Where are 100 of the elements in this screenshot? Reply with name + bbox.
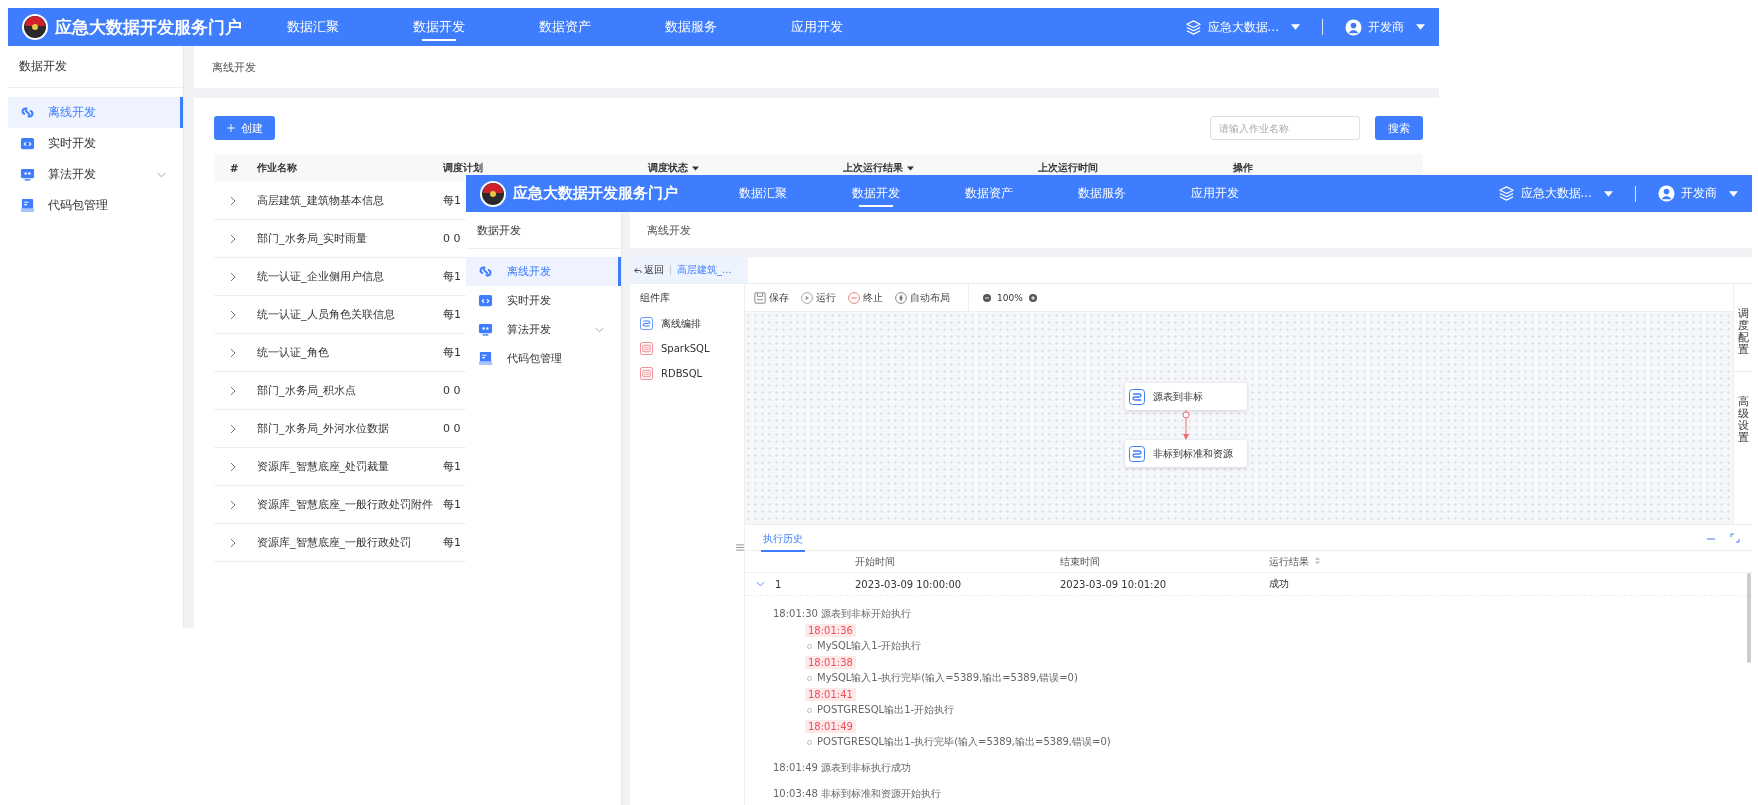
- chevron-right-icon[interactable]: [230, 195, 236, 206]
- log-step: 18:01:49 源表到非标执行成功: [773, 760, 912, 775]
- component-item[interactable]: SparkSQL: [630, 336, 744, 361]
- timestamp-badge: 18:01:36: [805, 623, 856, 637]
- chevron-right-icon[interactable]: [230, 385, 236, 396]
- zoom-out-button[interactable]: [983, 293, 991, 302]
- table-cell: 资源库_智慧底座_一般行政处罚: [257, 535, 411, 550]
- table-cell: 部门_水务局_外河水位数据: [257, 421, 389, 436]
- create-button[interactable]: 创建: [214, 116, 275, 140]
- user-menu[interactable]: 开发商: [1658, 183, 1738, 204]
- chevron-right-icon[interactable]: [230, 309, 236, 320]
- table-cell: 0 0: [443, 232, 461, 245]
- side-tab[interactable]: 调度配置: [1734, 284, 1752, 372]
- auto-layout-button[interactable]: 自动布局: [895, 290, 950, 305]
- column-header: #: [229, 162, 240, 174]
- table-cell: 每1: [443, 535, 461, 550]
- nav-tab[interactable]: 数据资产: [932, 175, 1045, 212]
- table-cell: 资源库_智慧底座_处罚裁量: [257, 459, 389, 474]
- chevron-right-icon[interactable]: [230, 537, 236, 548]
- stop-button[interactable]: 终止: [848, 290, 883, 305]
- nav-tab[interactable]: 数据资产: [502, 8, 628, 46]
- bullet-icon: [807, 643, 812, 649]
- search-button[interactable]: 搜索: [1375, 116, 1423, 140]
- search-field[interactable]: 请输入作业名称: [1210, 116, 1360, 140]
- nav-tab[interactable]: 应用开发: [754, 8, 880, 46]
- sidebar-item[interactable]: 代码包管理: [8, 190, 183, 221]
- sidebar-item[interactable]: 离线开发: [466, 257, 621, 286]
- monitor-icon: [20, 167, 35, 182]
- table-cell-text: 1: [775, 578, 783, 590]
- chevron-right-icon[interactable]: [230, 423, 236, 434]
- nav-tab[interactable]: 数据服务: [1045, 175, 1158, 212]
- bullet-icon: [807, 675, 812, 681]
- sidebar-title: 数据开发: [8, 46, 183, 88]
- plus-icon: [226, 124, 235, 132]
- sidebar-item[interactable]: 实时开发: [466, 286, 621, 315]
- sidebar-item[interactable]: 代码包管理: [466, 344, 621, 373]
- user-menu[interactable]: 开发商: [1345, 16, 1425, 38]
- chevron-right-icon[interactable]: [230, 271, 236, 282]
- nav-tab[interactable]: 数据服务: [628, 8, 754, 46]
- flow-icon: [640, 317, 653, 330]
- timestamp-badge: 18:01:38: [805, 655, 856, 669]
- code-window-icon: [478, 293, 493, 308]
- back-link[interactable]: 返回: [634, 263, 664, 277]
- column-header: 调度计划: [443, 161, 484, 175]
- job-name[interactable]: 高层建筑_...: [677, 263, 732, 277]
- table-cell-text: 成功: [1269, 577, 1290, 591]
- column-header: 操作: [1232, 161, 1254, 175]
- flow-node[interactable]: 源表到非标: [1125, 383, 1247, 410]
- connector-arrow: [1180, 410, 1192, 440]
- table-cell: 高层建筑_建筑物基本信息: [257, 193, 384, 208]
- column-header: 上次运行时间: [1037, 161, 1099, 175]
- caret-down-icon: [1729, 190, 1738, 197]
- caret-down-icon: [1291, 24, 1300, 30]
- document-icon: [20, 198, 35, 213]
- column-header[interactable]: 运行结果: [1269, 554, 1752, 569]
- table-cell: 每1: [443, 307, 461, 322]
- chevron-right-icon[interactable]: [230, 347, 236, 358]
- log-entry: MySQL输入1-开始执行: [817, 639, 922, 653]
- side-tab[interactable]: 高级设置: [1734, 372, 1752, 460]
- layers-icon: [1497, 185, 1515, 202]
- chevron-right-icon[interactable]: [230, 461, 236, 472]
- workspace-dropdown[interactable]: 应急大数据...: [1184, 16, 1300, 38]
- sidebar-item[interactable]: 实时开发: [8, 128, 183, 159]
- save-button[interactable]: 保存: [754, 290, 789, 305]
- zoom-in-button[interactable]: [1028, 293, 1037, 302]
- history-tab[interactable]: 执行历史: [761, 527, 805, 552]
- component-item[interactable]: 离线编排: [630, 311, 744, 336]
- table-cell: 部门_水务局_实时雨量: [257, 231, 367, 246]
- user-icon: [1658, 185, 1675, 202]
- nav-tab[interactable]: 数据开发: [819, 175, 932, 212]
- sidebar-item[interactable]: 算法开发: [8, 159, 183, 190]
- drag-handle-icon[interactable]: [736, 544, 744, 551]
- flow-node[interactable]: 非标到标准和资源: [1125, 440, 1247, 467]
- table-cell: 每1: [443, 269, 461, 284]
- chevron-right-icon[interactable]: [230, 499, 236, 510]
- component-item[interactable]: RDBSQL: [630, 361, 744, 386]
- scrollbar-thumb[interactable]: [1747, 573, 1751, 663]
- nav-tab[interactable]: 数据汇聚: [250, 8, 376, 46]
- column-header[interactable]: 上次运行结果: [835, 161, 1030, 175]
- table-cell: 0 0: [443, 422, 461, 435]
- table-cell: 每1: [443, 459, 461, 474]
- breadcrumb: 离线开发: [647, 222, 691, 238]
- nav-tab[interactable]: 数据开发: [376, 8, 502, 46]
- sidebar-item[interactable]: 算法开发: [466, 315, 621, 344]
- column-header: 作业名称: [257, 161, 298, 175]
- log-entry: MySQL输入1-执行完毕(输入=5389,输出=5389,错误=0): [817, 671, 1078, 685]
- document-icon: [478, 351, 493, 366]
- column-header[interactable]: 调度状态: [640, 161, 835, 175]
- portal-title: 应急大数据开发服务门户: [513, 184, 679, 203]
- sql-icon: [640, 367, 653, 380]
- table-cell: 每1: [443, 193, 461, 208]
- nav-tab[interactable]: 应用开发: [1158, 175, 1271, 212]
- nav-tab[interactable]: 数据汇聚: [706, 175, 819, 212]
- workspace-dropdown[interactable]: 应急大数据...: [1497, 183, 1613, 204]
- run-button[interactable]: 运行: [801, 290, 836, 305]
- chevron-right-icon[interactable]: [230, 233, 236, 244]
- table-cell-text: 2023-03-09 10:00:00: [855, 578, 963, 590]
- chevron-down-icon[interactable]: [756, 581, 765, 587]
- sidebar-item[interactable]: 离线开发: [8, 97, 183, 128]
- table-cell: 统一认证_人员角色关联信息: [257, 307, 395, 322]
